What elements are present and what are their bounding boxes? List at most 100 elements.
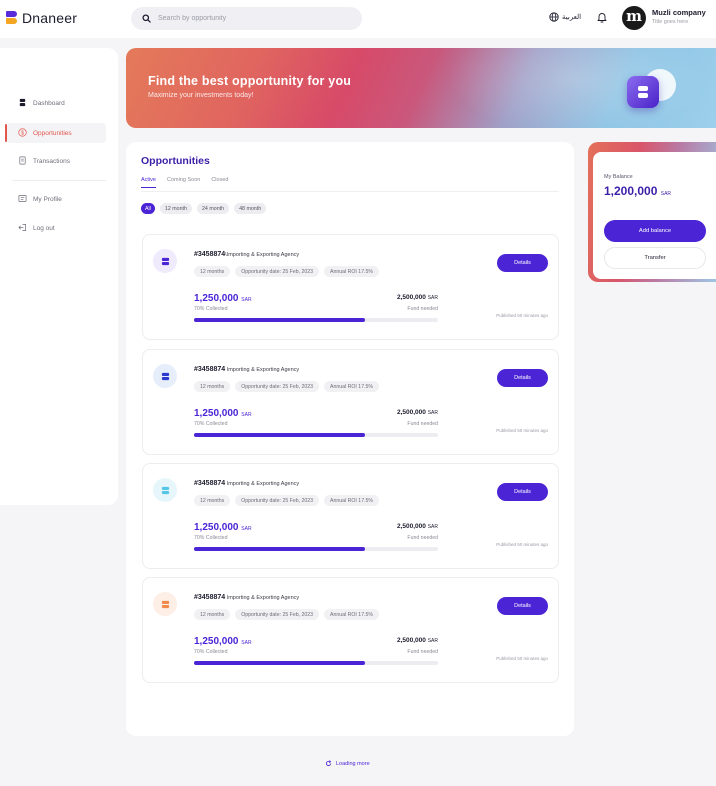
banner-title: Find the best opportunity for you (148, 74, 352, 88)
tag-duration: 12 months (194, 609, 231, 620)
opportunity-title: #3458874\Importing & Exporting Agency (194, 251, 299, 258)
fund-needed-label: Fund needed (407, 649, 438, 655)
opportunity-agency: Importing & Exporting Agency (225, 595, 300, 601)
search-icon (142, 14, 151, 23)
collected-label: 70% Collected (194, 535, 228, 541)
opportunity-tags: 12 months Opportunity date: 25 Feb, 2023… (194, 495, 380, 506)
profile-card-icon (18, 194, 27, 205)
opportunity-tags: 12 months Opportunity date: 25 Feb, 2023… (194, 266, 380, 277)
tab-coming-soon[interactable]: Coming Soon (167, 177, 200, 183)
balance-label: My Balance (604, 174, 633, 180)
tag-opportunity-date: Opportunity date: 25 Feb, 2023 (235, 381, 320, 392)
collected-amount: 1,250,000 SAR (194, 293, 252, 304)
opportunity-agency: \Importing & Exporting Agency (225, 252, 300, 258)
svg-text:$: $ (21, 130, 24, 136)
sidebar-item-my-profile[interactable]: My Profile (6, 189, 106, 209)
opportunity-id: #3458874 (194, 251, 226, 258)
details-button[interactable]: Details (497, 597, 548, 615)
tag-duration: 12 months (194, 266, 231, 277)
fund-needed-amount: 2,500,000 SAR (396, 523, 438, 530)
search-input[interactable] (158, 15, 348, 22)
published-time: Published 50 minutes ago (496, 428, 548, 433)
funding-progress-bar (194, 661, 438, 665)
opportunity-title: #3458874 Importing & Exporting Agency (194, 366, 299, 373)
filter-48-month[interactable]: 48 month (234, 203, 267, 214)
page-title: Opportunities (141, 155, 210, 167)
published-time: Published 50 minutes ago (496, 313, 548, 318)
tab-closed[interactable]: Closed (211, 177, 228, 183)
filter-all[interactable]: All (141, 203, 155, 214)
banner-logo-illustration (626, 69, 676, 109)
logo-icon (6, 11, 17, 25)
published-time: Published 50 minutes ago (496, 656, 548, 661)
collected-amount: 1,250,000 SAR (194, 636, 252, 647)
details-button[interactable]: Details (497, 483, 548, 501)
fund-needed-amount: 2,500,000 SAR (396, 294, 438, 301)
language-switch[interactable]: العربية (549, 12, 581, 22)
opportunity-tags: 12 months Opportunity date: 25 Feb, 2023… (194, 381, 380, 392)
opportunity-card[interactable]: #3458874 Importing & Exporting Agency 12… (142, 577, 559, 683)
tabs-divider (141, 191, 559, 192)
opportunity-logo-icon (153, 592, 177, 616)
opportunity-card[interactable]: #3458874\Importing & Exporting Agency 12… (142, 234, 559, 340)
tag-opportunity-date: Opportunity date: 25 Feb, 2023 (235, 495, 320, 506)
tab-active[interactable]: Active (141, 177, 156, 188)
opportunity-id: #3458874 (194, 594, 226, 601)
fund-needed-amount: 2,500,000 SAR (396, 409, 438, 416)
opportunities-panel: Opportunities Active Coming Soon Closed … (126, 142, 574, 736)
details-button[interactable]: Details (497, 254, 548, 272)
app-logo[interactable]: Dnaneer (6, 10, 77, 26)
duration-filters: All 12 month 24 month 48 month (141, 203, 267, 214)
balance-card: My Balance 1,200,000 SAR Add balance Tra… (593, 152, 716, 279)
opportunity-logo-icon (153, 478, 177, 502)
sidebar-item-label: Transactions (33, 157, 70, 165)
filter-24-month[interactable]: 24 month (196, 203, 230, 214)
tag-duration: 12 months (194, 495, 231, 506)
opportunity-card[interactable]: #3458874 Importing & Exporting Agency 12… (142, 463, 559, 569)
tag-opportunity-date: Opportunity date: 25 Feb, 2023 (235, 609, 320, 620)
sidebar-item-opportunities[interactable]: $ Opportunities (5, 123, 106, 143)
opportunity-agency: Importing & Exporting Agency (225, 367, 300, 373)
sidebar-item-label: Dashboard (33, 99, 65, 107)
opportunity-title: #3458874 Importing & Exporting Agency (194, 480, 299, 487)
funding-progress-bar (194, 318, 438, 322)
opportunity-card[interactable]: #3458874 Importing & Exporting Agency 12… (142, 349, 559, 455)
logout-icon (18, 223, 27, 234)
filter-12-month[interactable]: 12 month (159, 203, 192, 214)
tag-duration: 12 months (194, 381, 231, 392)
opportunity-logo-icon (153, 364, 177, 388)
dollar-circle-icon: $ (18, 127, 27, 139)
opportunity-title: #3458874 Importing & Exporting Agency (194, 594, 299, 601)
details-button[interactable]: Details (497, 369, 548, 387)
sidebar-item-transactions[interactable]: Transactions (6, 151, 106, 171)
add-balance-button[interactable]: Add balance (604, 220, 706, 242)
collected-amount: 1,250,000 SAR (194, 408, 252, 419)
sidebar-item-label: Log out (33, 224, 55, 232)
tag-annual-roi: Annual ROI 17.5% (324, 495, 380, 506)
avatar[interactable]: m (622, 6, 646, 30)
opportunity-tags: 12 months Opportunity date: 25 Feb, 2023… (194, 609, 380, 620)
sidebar-item-log-out[interactable]: Log out (6, 218, 106, 238)
search-bar[interactable] (131, 7, 362, 30)
banner-subtitle: Maximize your investments today! (148, 92, 254, 99)
published-time: Published 50 minutes ago (496, 542, 548, 547)
collected-label: 70% Collected (194, 306, 228, 312)
collected-amount: 1,250,000 SAR (194, 522, 252, 533)
app-name: Dnaneer (22, 10, 78, 26)
opportunity-id: #3458874 (194, 480, 226, 487)
loading-more[interactable]: Loading more (325, 760, 370, 767)
globe-icon (549, 12, 559, 22)
opportunity-id: #3458874 (194, 366, 226, 373)
sidebar-item-dashboard[interactable]: Dashboard (6, 93, 106, 113)
collected-label: 70% Collected (194, 421, 228, 427)
tag-annual-roi: Annual ROI 17.5% (324, 381, 380, 392)
opportunity-agency: Importing & Exporting Agency (225, 481, 300, 487)
fund-needed-amount: 2,500,000 SAR (396, 637, 438, 644)
balance-amount: 1,200,000 SAR (604, 184, 672, 198)
company-info[interactable]: Muzli company Title goes here (652, 8, 706, 25)
fund-needed-label: Fund needed (407, 535, 438, 541)
document-icon (18, 156, 27, 167)
status-tabs: Active Coming Soon Closed (141, 177, 228, 188)
bell-icon[interactable] (597, 12, 607, 23)
transfer-button[interactable]: Transfer (604, 247, 706, 269)
